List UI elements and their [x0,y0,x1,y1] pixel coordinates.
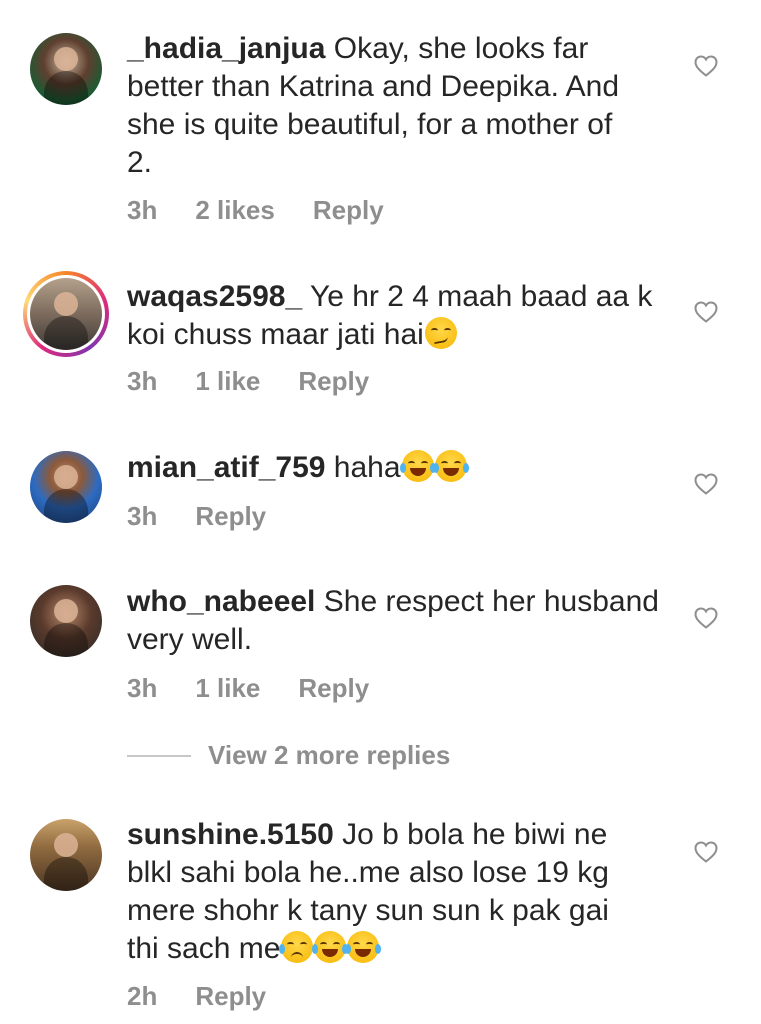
comment-username[interactable]: mian_atif_759 [127,451,325,484]
heart-outline-icon[interactable] [694,473,718,495]
comment-text-line: Okay, she looks far [333,32,589,65]
heart-outline-icon[interactable] [694,841,718,863]
comment-meta: 3h Reply [127,501,304,532]
comment-text-line: haha [333,451,401,484]
comment-text-line: mere shohr k tany sun sun k pak gai [127,894,609,927]
comment-time: 2h [127,981,158,1011]
comment-username[interactable]: _hadia_janjua [127,32,325,65]
avatar-figure [54,292,78,316]
comment-meta: 3h 1 like Reply [127,366,407,397]
face-with-tears-of-joy-emoji [345,931,382,963]
reply-button[interactable]: Reply [313,195,384,226]
reply-button[interactable]: Reply [195,501,266,532]
comment-text-line: she is quite beautiful, for a mother of [127,108,613,141]
comment-time: 3h [127,195,158,225]
avatar [30,278,102,350]
comment-text-line: She respect her husband [323,585,659,618]
heart-outline-icon[interactable] [694,55,718,77]
comment-text-line: 2. [127,146,153,179]
comment-text-line: koi chuss maar jati hai [127,318,424,351]
view-more-replies[interactable]: View 2 more replies [127,740,450,780]
avatar[interactable] [30,451,102,523]
replies-divider-line [127,754,191,757]
reply-button[interactable]: Reply [298,673,369,704]
crying-face-emoji [279,931,314,963]
reply-button[interactable]: Reply [195,981,266,1012]
face-with-tears-of-joy-emoji [312,931,349,963]
avatar[interactable] [30,33,102,105]
face-with-tears-of-joy-emoji [399,450,436,482]
avatar-figure [54,833,78,857]
face-with-tears-of-joy-emoji [432,450,469,482]
comment-meta: 2h Reply [127,981,304,1012]
avatar-figure [54,599,78,623]
avatar-body [44,489,88,523]
comment-text-line: thi sach me [127,932,281,965]
comment-likes[interactable]: 1 like [195,673,260,704]
comment-likes[interactable]: 2 likes [195,195,275,226]
heart-outline-icon[interactable] [694,607,718,629]
comment-body: mian_atif_759 haha [127,449,667,487]
avatar-figure [54,465,78,489]
comment-time: 3h [127,366,158,396]
reply-button[interactable]: Reply [298,366,369,397]
heart-outline-icon[interactable] [694,301,718,323]
comment-body: sunshine.5150 Jo b bola he biwi ne blkl … [127,816,667,968]
comment-body: _hadia_janjua Okay, she looks far better… [127,30,667,182]
smirking-face-emoji [424,317,457,349]
comment-body: who_nabeeel She respect her husband very… [127,583,667,659]
comment-text-line: very well. [127,623,253,656]
comment-text-line: blkl sahi bola he..me also lose 19 kg [127,856,609,889]
comment-meta: 3h 1 like Reply [127,673,407,704]
avatar[interactable] [30,585,102,657]
comment-text-line: Ye hr 2 4 maah baad aa k [309,280,653,313]
avatar-body [44,316,88,350]
comment-text-line: Jo b bola he biwi ne [342,818,608,851]
avatar-body [44,857,88,891]
avatar-figure [54,47,78,71]
comment-likes[interactable]: 1 like [195,366,260,397]
view-more-replies-label[interactable]: View 2 more replies [208,740,450,770]
comment-text-line: better than Katrina and Deepika. And [127,70,620,103]
comment-body: waqas2598_ Ye hr 2 4 maah baad aa k koi … [127,278,667,354]
avatar-body [44,71,88,105]
comment-username[interactable]: waqas2598_ [127,280,302,313]
avatar-body [44,623,88,657]
comment-time: 3h [127,673,158,703]
comment-username[interactable]: sunshine.5150 [127,818,334,851]
avatar[interactable] [30,819,102,891]
comment-time: 3h [127,501,158,531]
story-ring[interactable] [23,271,109,357]
comment-username[interactable]: who_nabeeel [127,585,315,618]
comment-meta: 3h 2 likes Reply [127,195,422,226]
